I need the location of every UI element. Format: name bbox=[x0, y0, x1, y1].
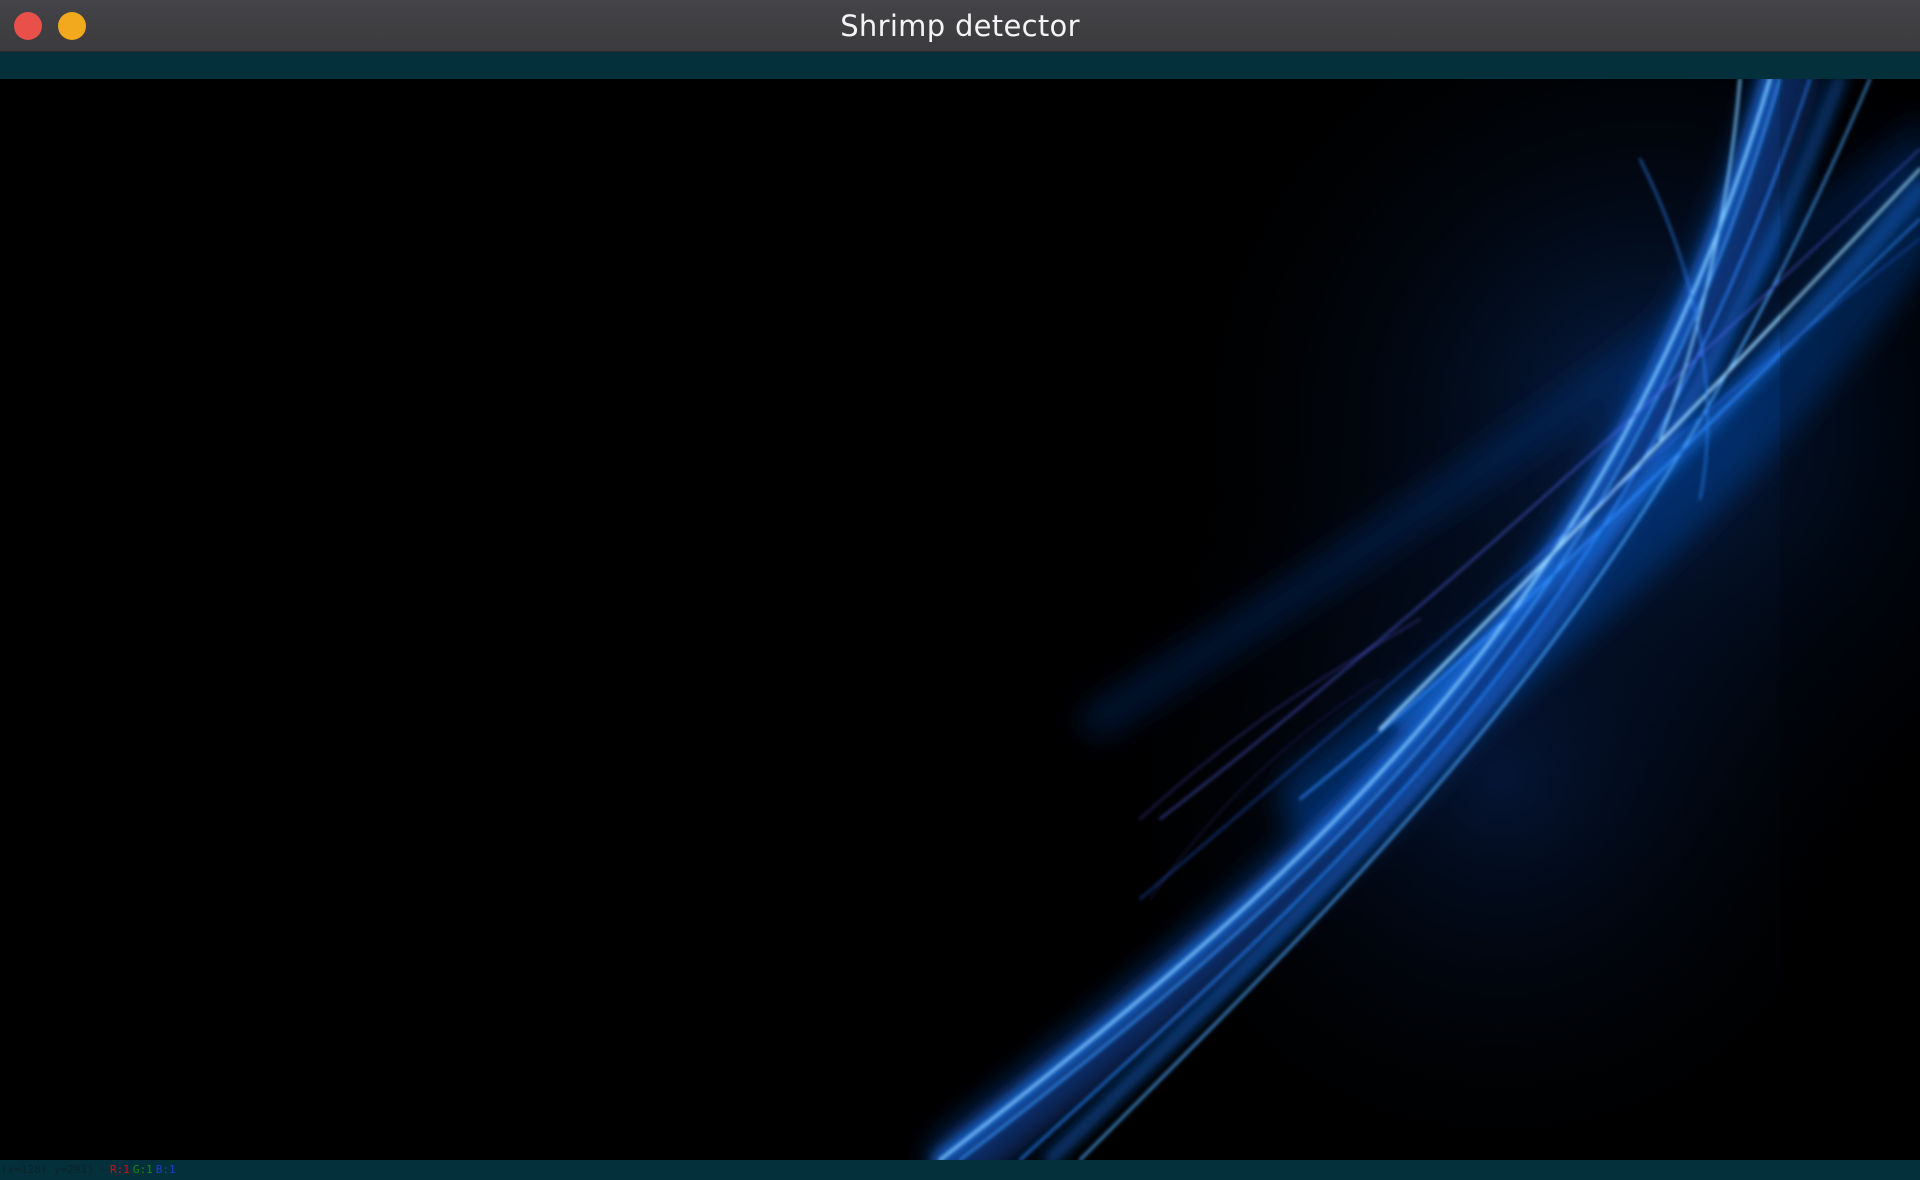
image-view-icon bbox=[0, 79, 1920, 1160]
cursor-coordinates: (x=128) y=293) ~ bbox=[1, 1163, 107, 1176]
window-title: Shrimp detector bbox=[840, 9, 1080, 43]
app-window: Shrimp detector (x=128) y=293) ~ R:1 G:1… bbox=[0, 0, 1920, 1180]
pixel-red-value: R:1 bbox=[109, 1163, 130, 1176]
pixel-blue-value: B:1 bbox=[155, 1163, 176, 1176]
toolbar bbox=[0, 52, 1920, 79]
image-viewport[interactable] bbox=[0, 79, 1920, 1160]
status-bar: (x=128) y=293) ~ R:1 G:1 B:1 bbox=[0, 1160, 1920, 1180]
title-bar[interactable]: Shrimp detector bbox=[0, 0, 1920, 52]
pixel-green-value: G:1 bbox=[132, 1163, 153, 1176]
